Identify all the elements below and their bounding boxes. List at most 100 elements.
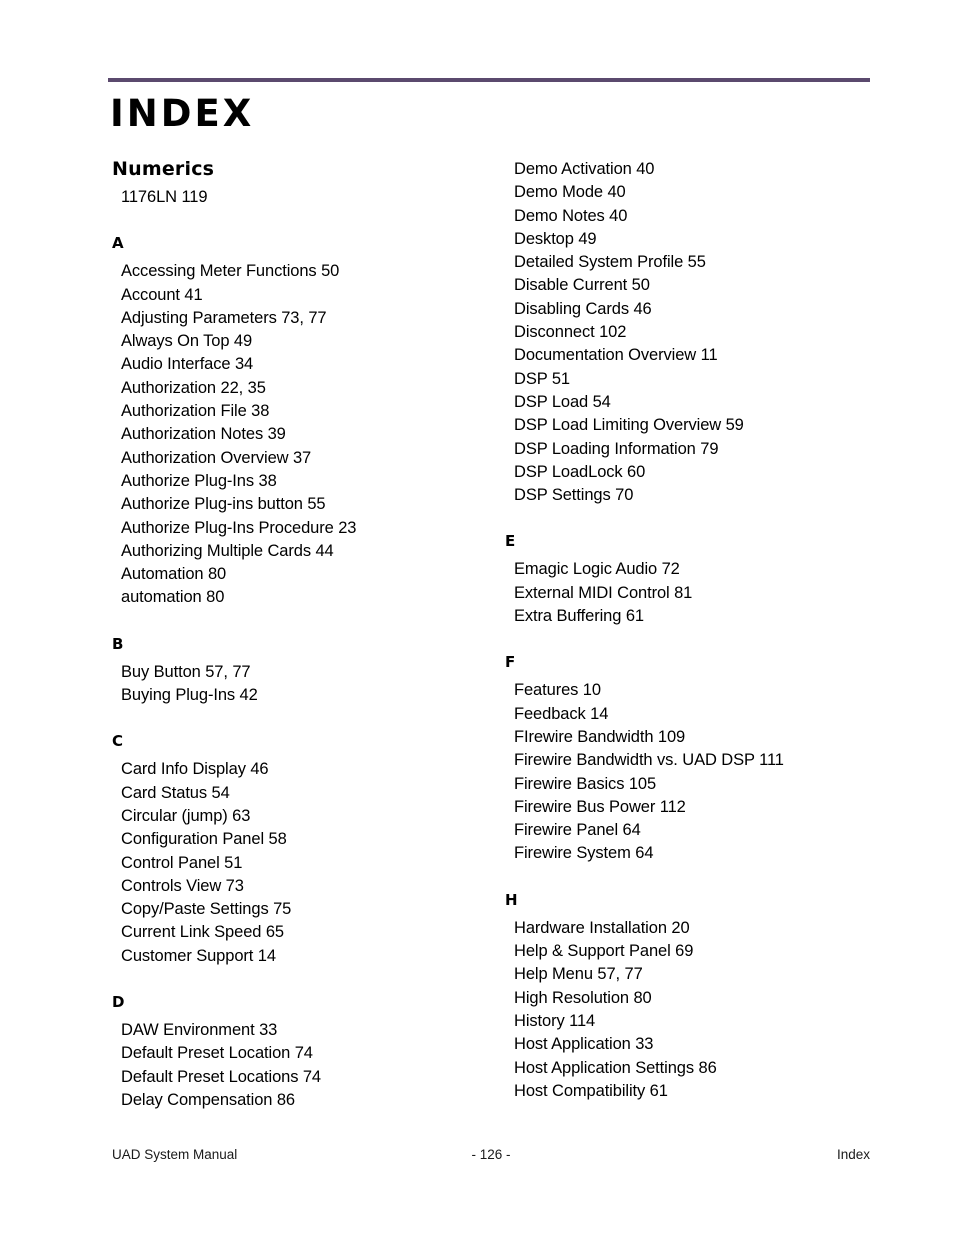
index-entry[interactable]: Authorization Overview 37 <box>121 447 497 470</box>
index-entry[interactable]: Authorize Plug-Ins 38 <box>121 470 497 493</box>
index-entry[interactable]: Authorizing Multiple Cards 44 <box>121 540 497 563</box>
index-entry[interactable]: Emagic Logic Audio 72 <box>514 558 890 581</box>
index-entry[interactable]: History 114 <box>514 1010 890 1033</box>
index-entry[interactable]: Circular (jump) 63 <box>121 805 497 828</box>
index-entry[interactable]: Always On Top 49 <box>121 330 497 353</box>
index-entry[interactable]: FIrewire Bandwidth 109 <box>514 726 890 749</box>
index-entry[interactable]: Adjusting Parameters 73, 77 <box>121 307 497 330</box>
index-entry[interactable]: DSP Settings 70 <box>514 484 890 507</box>
index-entry[interactable]: Demo Notes 40 <box>514 205 890 228</box>
header-rule <box>108 78 870 82</box>
index-entry[interactable]: Documentation Overview 11 <box>514 344 890 367</box>
index-entry-list: Features 10 Feedback 14 FIrewire Bandwidth… <box>505 679 890 865</box>
index-entry-list: Card Info Display 46 Card Status 54 Circul… <box>112 758 497 968</box>
index-entry[interactable]: Delay Compensation 86 <box>121 1089 497 1112</box>
index-entry[interactable]: Configuration Panel 58 <box>121 828 497 851</box>
index-entry[interactable]: Desktop 49 <box>514 228 890 251</box>
index-entry[interactable]: High Resolution 80 <box>514 987 890 1010</box>
index-entry[interactable]: Detailed System Profile 55 <box>514 251 890 274</box>
index-entry[interactable]: automation 80 <box>121 586 497 609</box>
index-section: C Card Info Display 46 Card Status 54 Circu… <box>112 734 497 995</box>
index-entry[interactable]: Current Link Speed 65 <box>121 921 497 944</box>
index-section: Numerics 1176LN 119 <box>112 158 497 236</box>
section-heading-b: B <box>112 634 124 653</box>
index-section: A Accessing Meter Functions 50 Account 41 A… <box>112 236 497 636</box>
index-entry[interactable]: Authorization Notes 39 <box>121 423 497 446</box>
index-entry[interactable]: Buy Button 57, 77 <box>121 661 497 684</box>
section-heading-a: A <box>112 234 124 253</box>
section-heading-numerics: Numerics <box>112 158 215 180</box>
index-entry[interactable]: Disable Current 50 <box>514 274 890 297</box>
index-entry[interactable]: Firewire Basics 105 <box>514 773 890 796</box>
index-entry[interactable]: Disconnect 102 <box>514 321 890 344</box>
index-column-right: Demo Activation 40 Demo Mode 40 Demo Notes… <box>505 158 890 1103</box>
index-column-left: Numerics 1176LN 119 A Accessing Meter Funct… <box>112 158 497 1112</box>
index-entry[interactable]: Card Info Display 46 <box>121 758 497 781</box>
index-entry[interactable]: Firewire Bus Power 112 <box>514 796 890 819</box>
footer-section-name: Index <box>836 1147 870 1162</box>
index-entry[interactable]: Authorization File 38 <box>121 400 497 423</box>
index-entry[interactable]: Copy/Paste Settings 75 <box>121 898 497 921</box>
index-entry-list: Accessing Meter Functions 50 Account 41 Ad… <box>112 260 497 609</box>
index-entry[interactable]: DSP 51 <box>514 368 890 391</box>
footer-page-number: - 126 - <box>471 1147 511 1162</box>
index-page: INDEX Numerics 1176LN 119 A Accessing Meter… <box>0 0 954 1235</box>
index-entry[interactable]: Card Status 54 <box>121 782 497 805</box>
index-entry[interactable]: Default Preset Location 74 <box>121 1042 497 1065</box>
index-entry[interactable]: Demo Activation 40 <box>514 158 890 181</box>
index-entry[interactable]: Demo Mode 40 <box>514 181 890 204</box>
index-entry-list: Emagic Logic Audio 72 External MIDI Contr… <box>505 558 890 628</box>
index-entry[interactable]: Features 10 <box>514 679 890 702</box>
index-entry[interactable]: DSP Loading Information 79 <box>514 438 890 461</box>
index-entry[interactable]: Disabling Cards 46 <box>514 298 890 321</box>
index-entry[interactable]: Help Menu 57, 77 <box>514 963 890 986</box>
section-heading-c: C <box>112 732 124 751</box>
index-entry[interactable]: Control Panel 51 <box>121 852 497 875</box>
index-entry[interactable]: Authorize Plug-Ins Procedure 23 <box>121 517 497 540</box>
index-entry[interactable]: Audio Interface 34 <box>121 353 497 376</box>
index-entry[interactable]: Account 41 <box>121 284 497 307</box>
index-entry[interactable]: Automation 80 <box>121 563 497 586</box>
index-entry[interactable]: 1176LN 119 <box>121 186 497 209</box>
section-heading-e: E <box>505 532 516 551</box>
index-entry-list: Hardware Installation 20 Help & Support P… <box>505 917 890 1103</box>
index-entry[interactable]: Extra Buffering 61 <box>514 605 890 628</box>
index-entry[interactable]: Authorize Plug-ins button 55 <box>121 493 497 516</box>
index-entry-list: DAW Environment 33 Default Preset Locatio… <box>112 1019 497 1112</box>
page-footer: UAD System Manual - 126 - Index <box>112 1147 870 1167</box>
index-entry[interactable]: Buying Plug-Ins 42 <box>121 684 497 707</box>
index-entry[interactable]: DSP LoadLock 60 <box>514 461 890 484</box>
index-entry[interactable]: DSP Load Limiting Overview 59 <box>514 414 890 437</box>
index-entry[interactable]: Host Application Settings 86 <box>514 1057 890 1080</box>
index-entry[interactable]: DSP Load 54 <box>514 391 890 414</box>
index-entry[interactable]: DAW Environment 33 <box>121 1019 497 1042</box>
index-entry[interactable]: Accessing Meter Functions 50 <box>121 260 497 283</box>
index-entry[interactable]: Feedback 14 <box>514 703 890 726</box>
index-entry[interactable]: Hardware Installation 20 <box>514 917 890 940</box>
index-entry[interactable]: Help & Support Panel 69 <box>514 940 890 963</box>
index-entry[interactable]: Firewire Panel 64 <box>514 819 890 842</box>
index-section: B Buy Button 57, 77 Buying Plug-Ins 42 <box>112 634 497 735</box>
section-heading-f: F <box>505 653 516 672</box>
index-entry[interactable]: Customer Support 14 <box>121 945 497 968</box>
index-section: D DAW Environment 33 Default Preset Locati… <box>112 995 497 1112</box>
page-title: INDEX <box>110 92 255 135</box>
index-entry[interactable]: Default Preset Locations 74 <box>121 1066 497 1089</box>
index-entry[interactable]: Host Application 33 <box>514 1033 890 1056</box>
index-entry[interactable]: Firewire System 64 <box>514 842 890 865</box>
index-entry[interactable]: Host Compatibility 61 <box>514 1080 890 1103</box>
index-entry[interactable]: Authorization 22, 35 <box>121 377 497 400</box>
index-entry[interactable]: Controls View 73 <box>121 875 497 898</box>
index-entry[interactable]: Firewire Bandwidth vs. UAD DSP 111 <box>514 749 890 772</box>
index-entry[interactable]: External MIDI Control 81 <box>514 582 890 605</box>
section-heading-h: H <box>505 890 518 909</box>
